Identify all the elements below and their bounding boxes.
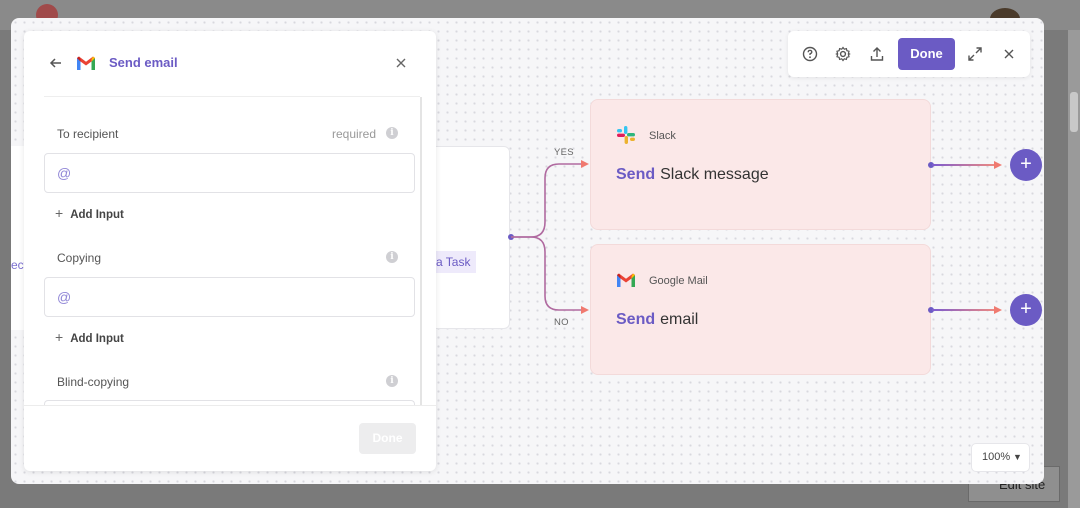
send-email-panel: Send email To recipient required i @ + Ad… <box>24 31 436 471</box>
chevron-down-icon: ▼ <box>1013 452 1022 462</box>
action-card-slack[interactable]: Slack Send Slack message <box>590 99 931 230</box>
to-recipient-label: To recipient <box>57 127 119 141</box>
close-icon[interactable] <box>999 44 1019 64</box>
panel-scrollbar[interactable] <box>420 97 422 405</box>
action-title: Send Slack message <box>616 166 769 184</box>
add-step-button[interactable]: + <box>1010 294 1042 326</box>
upload-icon[interactable] <box>867 44 887 64</box>
branch-no-label: NO <box>554 317 569 328</box>
at-icon: @ <box>57 289 72 305</box>
slack-icon <box>617 126 635 144</box>
panel-title: Send email <box>109 55 178 70</box>
output-arrow <box>994 306 1002 314</box>
gmail-icon <box>617 273 635 287</box>
panel-close-icon[interactable] <box>391 53 411 73</box>
toolbar-done-button[interactable]: Done <box>898 38 955 70</box>
output-arrow <box>994 161 1002 169</box>
action-title: Send email <box>616 311 698 329</box>
panel-done-button[interactable]: Done <box>359 423 416 454</box>
condition-node-tag: a Task <box>436 251 477 273</box>
expand-icon[interactable] <box>965 44 985 64</box>
back-arrow-icon[interactable] <box>46 53 66 73</box>
action-app-name: Slack <box>649 130 676 142</box>
condition-node[interactable] <box>436 146 510 329</box>
action-object: Slack message <box>660 166 769 183</box>
action-app-name: Google Mail <box>649 275 708 287</box>
settings-icon[interactable] <box>833 44 853 64</box>
add-input-button[interactable]: + Add Input <box>55 329 124 345</box>
output-line <box>932 309 996 311</box>
panel-header: Send email <box>24 31 436 97</box>
help-icon[interactable] <box>800 44 820 64</box>
blind-copying-label: Blind-copying <box>57 375 130 389</box>
action-object: email <box>660 311 699 328</box>
trigger-node-partial[interactable] <box>11 146 25 330</box>
plus-icon: + <box>55 329 64 345</box>
editor-toolbar: Done <box>788 31 1030 77</box>
action-verb: Send <box>616 311 656 328</box>
plus-icon: + <box>55 205 64 221</box>
zoom-value: 100% <box>982 451 1011 463</box>
action-verb: Send <box>616 166 656 183</box>
gmail-icon <box>77 56 95 70</box>
header-divider <box>44 96 420 97</box>
workflow-editor-modal: ect a Task YES NO Slack Send Slack messag… <box>11 18 1044 484</box>
zoom-select[interactable]: 100% ▼ <box>971 443 1030 472</box>
add-input-button[interactable]: + Add Input <box>55 205 124 221</box>
branch-yes-label: YES <box>554 147 574 158</box>
page-scrollbar[interactable] <box>1068 30 1080 508</box>
copying-input[interactable]: @ <box>44 277 415 317</box>
output-line <box>932 164 996 166</box>
to-recipient-input[interactable]: @ <box>44 153 415 193</box>
required-label: required <box>332 127 377 141</box>
add-step-button[interactable]: + <box>1010 149 1042 181</box>
copying-label: Copying <box>57 251 102 265</box>
info-icon[interactable]: i <box>386 251 398 263</box>
info-icon[interactable]: i <box>386 127 398 139</box>
at-icon: @ <box>57 165 72 181</box>
footer-divider <box>24 405 436 406</box>
info-icon[interactable]: i <box>386 375 398 387</box>
action-card-gmail[interactable]: Google Mail Send email <box>590 244 931 375</box>
